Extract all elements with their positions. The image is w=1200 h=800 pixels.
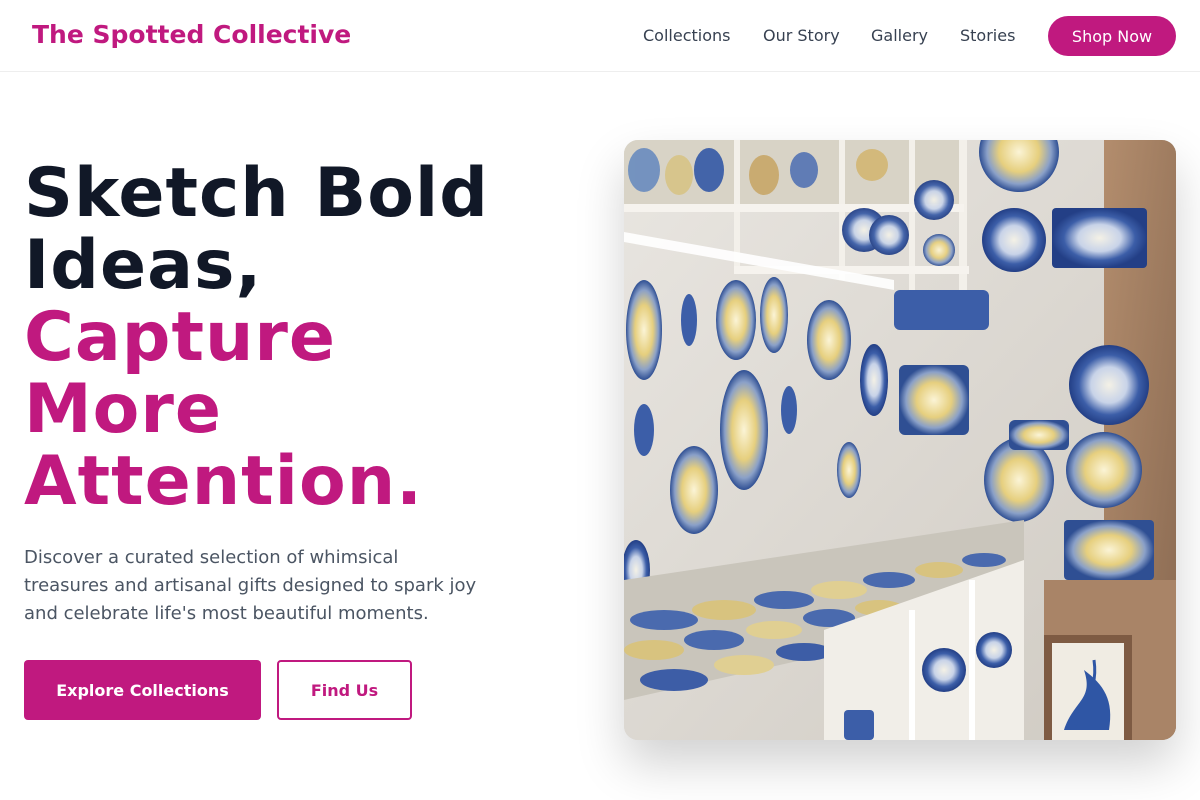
nav-link-collections[interactable]: Collections xyxy=(643,26,730,45)
hero-heading-accent-line: Attention. xyxy=(24,442,423,521)
find-us-button[interactable]: Find Us xyxy=(277,660,412,720)
hero-heading-line: Ideas, xyxy=(24,226,263,305)
hero-heading: Sketch Bold Ideas, Capture More Attentio… xyxy=(24,158,584,518)
ceramics-shop-illustration xyxy=(624,140,1176,740)
hero-heading-accent-line: More xyxy=(24,370,223,449)
shop-now-button[interactable]: Shop Now xyxy=(1048,16,1176,56)
nav-link-our-story[interactable]: Our Story xyxy=(763,26,840,45)
explore-collections-button[interactable]: Explore Collections xyxy=(24,660,261,720)
site-header: The Spotted Collective Collections Our S… xyxy=(0,0,1200,72)
main-nav: Collections Our Story Gallery Stories Sh… xyxy=(0,0,1200,72)
hero-image xyxy=(624,140,1176,740)
hero-heading-accent-line: Capture xyxy=(24,298,337,377)
hero-description: Discover a curated selection of whimsica… xyxy=(24,547,477,624)
nav-link-gallery[interactable]: Gallery xyxy=(871,26,928,45)
hero-heading-line: Sketch Bold xyxy=(24,154,489,233)
nav-link-stories[interactable]: Stories xyxy=(960,26,1015,45)
